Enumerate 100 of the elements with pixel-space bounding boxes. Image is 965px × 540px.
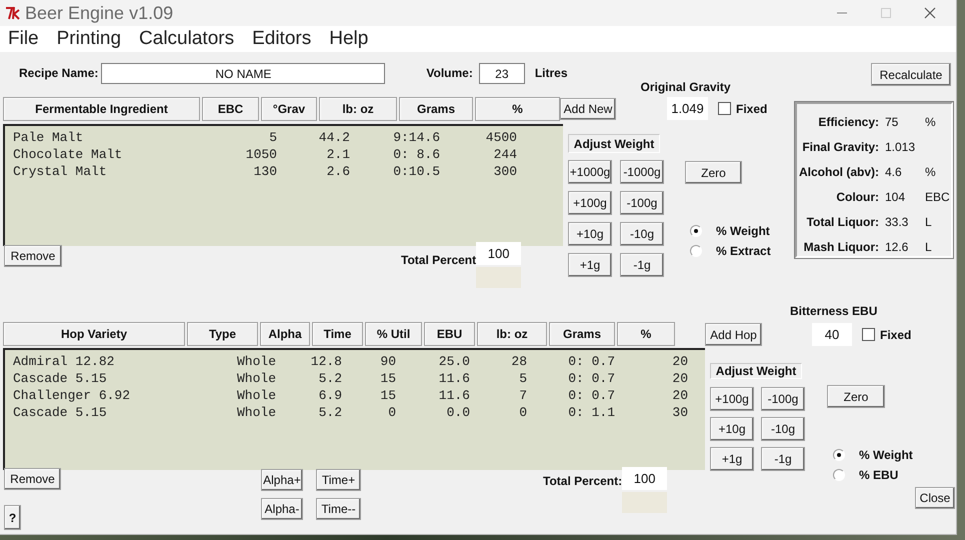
hop-row[interactable]: Cascade 5.15 Whole 5.2 15 11.6 5 0: 0.7 20: [13, 370, 705, 387]
radio-label: % Weight: [716, 223, 770, 239]
adjust-weight-title: Adjust Weight: [710, 363, 802, 379]
weight-step-button[interactable]: -1000g: [620, 160, 664, 184]
bitterness-field[interactable]: 40: [812, 323, 852, 346]
total-percent-label: Total Percent: [401, 252, 476, 268]
weight-step-button[interactable]: -1g: [761, 447, 805, 471]
column-header[interactable]: % Util: [365, 322, 422, 346]
result-unit: L: [925, 214, 933, 230]
column-header[interactable]: EBU: [424, 322, 475, 346]
recipe-name-field[interactable]: NO NAME: [101, 63, 386, 84]
close-button[interactable]: Close: [915, 487, 955, 509]
help-button[interactable]: ?: [4, 505, 21, 530]
original-gravity-label: Original Gravity: [640, 79, 731, 95]
column-header[interactable]: Fermentable Ingredient: [3, 97, 200, 121]
result-value: 1.013: [885, 138, 916, 154]
weight-step-button[interactable]: +100g: [568, 191, 612, 215]
menu-item[interactable]: Editors: [252, 28, 312, 50]
fixed-label: Fixed: [880, 326, 912, 342]
fixed-checkbox[interactable]: [718, 102, 731, 115]
total-percent-field[interactable]: 100: [476, 242, 522, 265]
weight-step-button[interactable]: +1000g: [568, 160, 612, 184]
radio-button[interactable]: [690, 245, 702, 257]
hop-row[interactable]: Challenger 6.92 Whole 6.9 15 11.6 7 0: 0.7 20: [13, 387, 705, 404]
menu-item[interactable]: Help: [329, 28, 368, 50]
weight-step-button[interactable]: -10g: [620, 222, 664, 246]
result-unit: L: [925, 238, 933, 254]
weight-step-button[interactable]: -100g: [761, 387, 805, 411]
add-new-button[interactable]: Add New: [560, 98, 616, 120]
result-unit: %: [925, 114, 937, 130]
weight-step-button[interactable]: +100g: [710, 387, 754, 411]
column-header[interactable]: lb: oz: [477, 322, 547, 346]
hop-list[interactable]: Admiral 12.82 Whole 12.8 90 25.0 28 0: 0.7 20 Cascade 5.15 Whole 5.2 15 11.6 5 0: 0.7 20 Challenger 6.92 Whole 6.9 15 11.6 7 0: 0.7 20 Cascade 5.15 Whole 5.2 0 0.0 0 0: 1.1 30: [3, 348, 705, 470]
result-value: 33.3: [885, 214, 910, 230]
column-header[interactable]: °Grav: [261, 97, 317, 121]
result-label: Efficiency:: [817, 114, 879, 130]
column-header[interactable]: Grams: [549, 322, 615, 346]
volume-field[interactable]: 23: [478, 63, 525, 84]
fermentable-row[interactable]: Crystal Malt 130 2.6 0:10.5 300: [13, 163, 563, 180]
radio-button[interactable]: [833, 449, 845, 461]
result-value: 4.6: [885, 164, 903, 180]
remove-button[interactable]: Remove: [4, 468, 61, 490]
column-header[interactable]: lb: oz: [319, 97, 397, 121]
column-header[interactable]: Hop Variety: [3, 322, 185, 346]
alpha-button[interactable]: Alpha+: [261, 469, 303, 491]
hop-row[interactable]: Admiral 12.82 Whole 12.8 90 25.0 28 0: 0.7 20: [13, 353, 705, 370]
fixed-label: Fixed: [736, 100, 768, 116]
weight-step-button[interactable]: -1g: [620, 253, 664, 277]
weight-step-button[interactable]: +10g: [710, 417, 754, 441]
column-header[interactable]: %: [617, 322, 675, 346]
fermentable-row[interactable]: Chocolate Malt 1050 2.1 0: 8.6 244: [13, 146, 563, 163]
radio-button[interactable]: [833, 469, 845, 481]
column-header[interactable]: Alpha: [260, 322, 310, 346]
result-unit: %: [925, 164, 937, 180]
menu-item[interactable]: File: [8, 28, 39, 50]
weight-step-button[interactable]: +10g: [568, 222, 612, 246]
weight-step-button[interactable]: -100g: [620, 191, 664, 215]
column-header[interactable]: EBC: [202, 97, 259, 121]
radio-label: % Weight: [859, 447, 913, 463]
result-label: Alcohol (abv):: [798, 164, 879, 180]
column-header[interactable]: Grams: [399, 97, 473, 121]
fermentable-list[interactable]: Pale Malt 5 44.2 9:14.6 4500 Chocolate Malt 1050 2.1 0: 8.6 244 Crystal Malt 130 2.6 0:10.5 300: [3, 124, 563, 246]
result-unit: EBC: [925, 188, 951, 204]
radio-label: % Extract: [716, 243, 771, 259]
hop-row[interactable]: Cascade 5.15 Whole 5.2 0 0.0 0 0: 1.1 30: [13, 404, 705, 421]
weight-step-button[interactable]: +1g: [710, 447, 754, 471]
weight-step-button[interactable]: -10g: [761, 417, 805, 441]
result-label: Mash Liquor:: [802, 238, 879, 254]
menu-item[interactable]: Calculators: [139, 28, 234, 50]
volume-unit: Litres: [534, 65, 568, 81]
total-percent-field[interactable]: 100: [622, 467, 668, 490]
total-percent-label: Total Percent:: [543, 473, 622, 489]
menu-item[interactable]: Printing: [56, 28, 122, 50]
original-gravity-field[interactable]: 1.049: [667, 97, 708, 120]
bitterness-label: Bitterness EBU: [790, 303, 878, 319]
adjust-weight-title: Adjust Weight: [568, 134, 660, 153]
result-label: Total Liquor:: [806, 214, 879, 230]
radio-button[interactable]: [690, 225, 702, 237]
close-icon[interactable]: [924, 7, 936, 19]
recalculate-button[interactable]: Recalculate: [871, 63, 951, 86]
result-value: 104: [885, 188, 906, 204]
radio-label: % EBU: [859, 467, 898, 483]
zero-button[interactable]: Zero: [827, 385, 885, 408]
result-label: Final Gravity:: [801, 138, 879, 154]
column-header[interactable]: %: [475, 97, 560, 121]
result-value: 75: [885, 114, 900, 130]
time-button[interactable]: Time--: [316, 498, 361, 520]
result-label: Colour:: [835, 188, 879, 204]
weight-step-button[interactable]: +1g: [568, 253, 612, 277]
fixed-checkbox[interactable]: [862, 328, 875, 341]
time-button[interactable]: Time+: [316, 469, 361, 491]
column-header[interactable]: Type: [187, 322, 258, 346]
window-title: Beer Engine v1.09: [25, 2, 174, 24]
feather-logo-icon: [5, 6, 21, 20]
remove-button[interactable]: Remove: [4, 245, 62, 267]
zero-button[interactable]: Zero: [685, 161, 742, 184]
alpha-button[interactable]: Alpha-: [261, 498, 303, 520]
add-hop-button[interactable]: Add Hop: [705, 323, 762, 346]
fermentable-row[interactable]: Pale Malt 5 44.2 9:14.6 4500: [13, 129, 563, 146]
column-header[interactable]: Time: [312, 322, 363, 346]
